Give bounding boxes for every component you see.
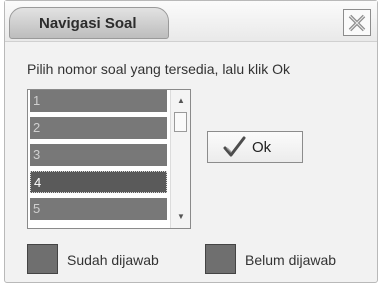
unanswered-swatch xyxy=(205,244,236,274)
checkmark-icon xyxy=(223,136,246,157)
question-listbox[interactable]: 1 2 3 4 5 ▲ ▼ xyxy=(27,89,191,229)
close-x-icon xyxy=(348,14,366,31)
answered-swatch xyxy=(27,244,58,274)
unanswered-legend-label: Belum dijawab xyxy=(245,252,337,268)
instruction-text: Pilih nomor soal yang tersedia, lalu kli… xyxy=(27,61,291,77)
ok-label: Ok xyxy=(252,138,272,156)
list-item-5[interactable]: 5 xyxy=(30,198,167,220)
ok-button[interactable]: Ok xyxy=(207,131,303,163)
list-item-1[interactable]: 1 xyxy=(30,90,167,112)
scroll-up-arrow-icon[interactable]: ▲ xyxy=(176,96,186,106)
dialog-title: Navigasi Soal xyxy=(39,15,137,32)
list-scrollbar[interactable]: ▲ ▼ xyxy=(170,90,190,228)
answered-legend-label: Sudah dijawab xyxy=(67,252,159,268)
dialog-titlebar: Navigasi Soal xyxy=(5,1,377,42)
list-item-2[interactable]: 2 xyxy=(30,117,167,139)
scroll-down-arrow-icon[interactable]: ▼ xyxy=(176,212,186,222)
scroll-thumb[interactable] xyxy=(174,112,187,132)
list-item-3[interactable]: 3 xyxy=(30,144,167,166)
close-button[interactable] xyxy=(343,9,371,36)
list-item-4-selected[interactable]: 4 xyxy=(30,171,167,193)
navigation-dialog: Navigasi Soal Pilih nomor soal yang ters… xyxy=(4,0,378,283)
